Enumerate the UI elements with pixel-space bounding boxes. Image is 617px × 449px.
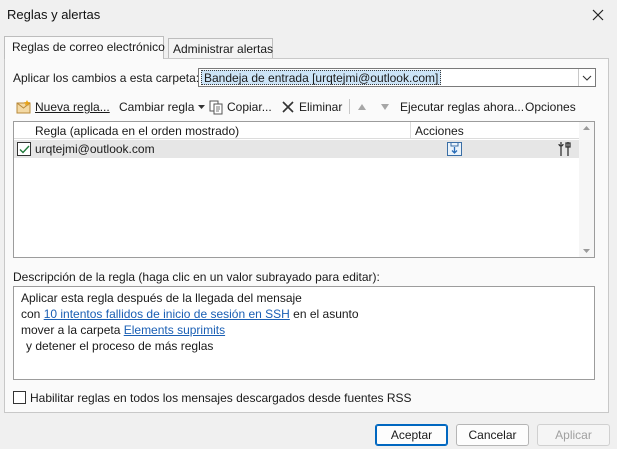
close-button[interactable] [585, 3, 611, 27]
folder-value: Bandeja de entrada [urqtejmi@outlook.com… [201, 70, 442, 85]
rss-rules-label[interactable]: Habilitar reglas en todos los mensajes d… [30, 391, 412, 405]
tab-email-rules[interactable]: Reglas de correo electrónico [4, 36, 165, 59]
rule-enabled-checkbox[interactable] [17, 142, 31, 156]
apply-button[interactable]: Aplicar [537, 424, 610, 446]
table-row[interactable]: urqtejmi@outlook.com [14, 140, 579, 158]
scroll-down-icon[interactable] [582, 248, 591, 254]
cancel-button[interactable]: Cancelar [456, 424, 529, 446]
new-rule-button[interactable]: Nueva regla... [15, 97, 110, 117]
description-line: con 10 intentos fallidos de inicio de se… [21, 307, 359, 321]
vertical-scrollbar[interactable] [579, 122, 594, 257]
rules-toolbar: Nueva regla... Cambiar regla Copiar... E… [13, 97, 603, 117]
checkmark-icon [19, 145, 30, 154]
copy-rule-button[interactable]: Copiar... [207, 97, 272, 117]
title-bar: Reglas y alertas [0, 0, 617, 30]
change-rule-button[interactable]: Cambiar regla [119, 97, 206, 117]
toolbar-separator [349, 99, 350, 114]
arrow-up-icon [358, 104, 366, 110]
accept-button[interactable]: Aceptar [375, 424, 448, 446]
delete-rule-button[interactable]: Eliminar [279, 97, 342, 117]
rule-description-box: Aplicar esta regla después de la llegada… [13, 286, 595, 380]
rss-rules-checkbox[interactable] [13, 391, 26, 404]
arrow-down-icon [381, 104, 389, 110]
folder-label: Aplicar los cambios a esta carpeta: [13, 71, 200, 85]
description-line: y detener el proceso de más reglas [26, 339, 214, 353]
delete-icon [279, 99, 297, 115]
options-button[interactable]: Opciones [525, 97, 576, 117]
list-header: Regla (aplicada en el orden mostrado) Ac… [14, 122, 579, 139]
copy-icon [207, 99, 225, 115]
description-line: mover a la carpeta Elements suprimits [21, 323, 226, 337]
rule-settings-icon[interactable] [557, 141, 573, 157]
column-header-actions[interactable]: Acciones [415, 124, 464, 138]
tab-manage-alerts[interactable]: Administrar alertas [168, 38, 273, 58]
dropdown-arrow-icon [198, 105, 206, 109]
new-rule-icon [15, 99, 33, 115]
window-title: Reglas y alertas [7, 7, 101, 22]
scroll-up-icon[interactable] [582, 125, 591, 131]
subject-words-link[interactable]: 10 intentos fallidos de inicio de sesión… [44, 307, 290, 321]
folder-select[interactable]: Bandeja de entrada [urqtejmi@outlook.com… [198, 68, 596, 87]
column-divider[interactable] [410, 122, 411, 139]
run-rules-button[interactable]: Ejecutar reglas ahora... [400, 97, 524, 117]
move-down-button[interactable] [380, 97, 390, 117]
column-header-rule[interactable]: Regla (aplicada en el orden mostrado) [35, 124, 239, 138]
rule-name: urqtejmi@outlook.com [35, 142, 155, 156]
move-to-folder-icon [446, 141, 463, 157]
move-up-button[interactable] [357, 97, 367, 117]
rules-panel: Aplicar los cambios a esta carpeta: Band… [4, 58, 609, 413]
close-icon [592, 9, 604, 21]
chevron-down-icon[interactable] [578, 69, 595, 86]
description-line: Aplicar esta regla después de la llegada… [21, 291, 302, 305]
rules-list[interactable]: Regla (aplicada en el orden mostrado) Ac… [13, 121, 595, 258]
target-folder-link[interactable]: Elements suprimits [124, 323, 225, 337]
description-label: Descripción de la regla (haga clic en un… [13, 270, 380, 284]
